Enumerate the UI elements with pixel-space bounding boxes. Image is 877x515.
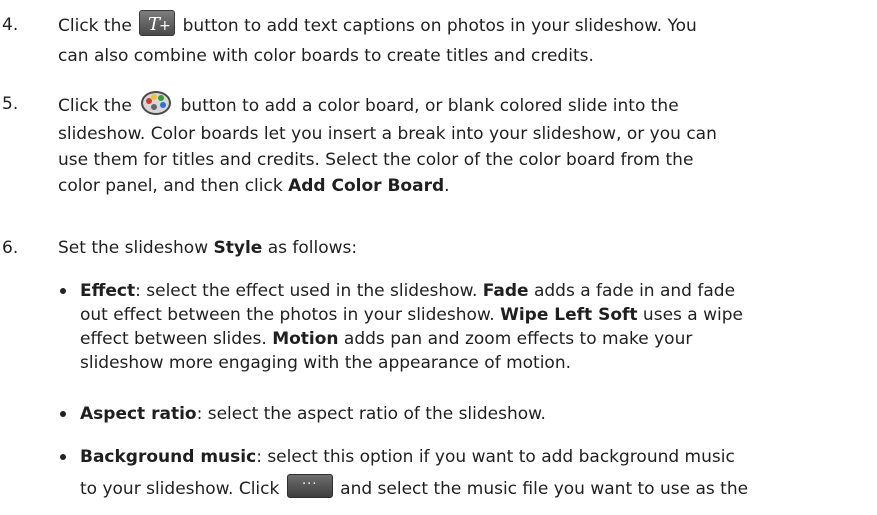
step-5-line-4: color panel, and then click Add Color Bo…: [58, 176, 450, 196]
music-line-1: Background music: select this option if …: [80, 447, 735, 467]
text-caption-icon: T +: [139, 10, 176, 36]
step-5-line-1: Click the button to add a color board, o…: [58, 89, 868, 120]
effect-line-3: effect between slides. Motion adds pan a…: [80, 329, 693, 349]
step-4-line-1: Click the T + button to add text captions…: [58, 10, 868, 39]
effect-line-2: out effect between the photos in your sl…: [80, 305, 743, 325]
color-board-palette-icon: [139, 89, 173, 117]
music-line-2: to your slideshow. Click ··· and select …: [80, 474, 870, 501]
svg-text:+: +: [159, 18, 171, 34]
aspect-ratio-line: Aspect ratio: select the aspect ratio of…: [80, 404, 546, 424]
step-4-line-2: can also combine with color boards to cr…: [58, 46, 594, 66]
effect-line-1: Effect: select the effect used in the sl…: [80, 281, 736, 301]
bullet-dot: [60, 454, 66, 460]
step-5-line-2: slideshow. Color boards let you insert a…: [58, 124, 717, 144]
effect-line-4: slideshow more engaging with the appeara…: [80, 353, 572, 373]
add-color-board-label: Add Color Board: [288, 176, 445, 196]
step-5-line-3: use them for titles and credits. Select …: [58, 150, 694, 170]
bullet-dot: [60, 411, 66, 417]
step-number: 6.: [2, 238, 19, 258]
step-6-text: Set the slideshow Style as follows:: [58, 238, 358, 258]
step-number: 5.: [2, 94, 19, 114]
step-number: 4.: [2, 15, 19, 35]
browse-more-button: ···: [286, 474, 333, 498]
bullet-dot: [60, 288, 66, 294]
